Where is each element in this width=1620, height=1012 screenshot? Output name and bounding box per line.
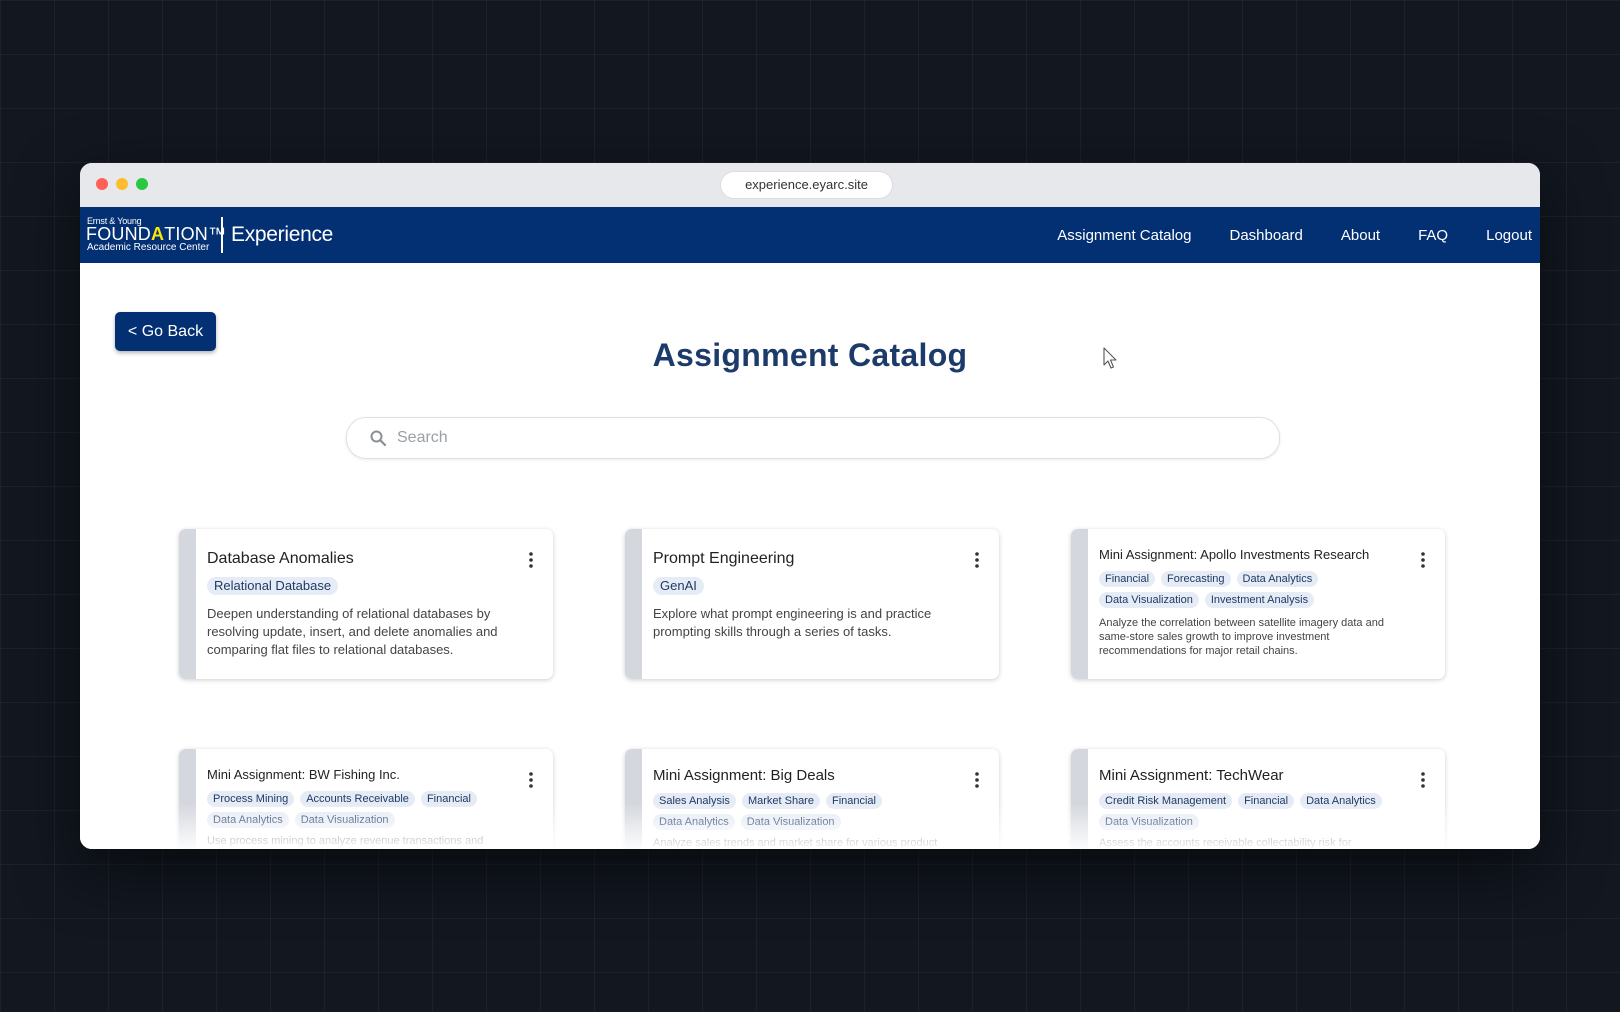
assignment-card[interactable]: Mini Assignment: Apollo Investments Rese…: [1071, 529, 1445, 679]
card-tags: Sales Analysis Market Share Financial Da…: [653, 793, 963, 830]
card-accent-bar: [179, 529, 196, 679]
maximize-window-button[interactable]: [136, 178, 148, 190]
nav-dashboard[interactable]: Dashboard: [1230, 227, 1303, 244]
tag: Data Analytics: [1300, 793, 1382, 809]
tag: Sales Analysis: [653, 793, 736, 809]
tag: Financial: [825, 793, 882, 809]
search-icon: [370, 430, 387, 447]
card-description: Analyze the correlation between satellit…: [1099, 617, 1384, 657]
more-vertical-icon[interactable]: [523, 551, 539, 569]
browser-window: experience.eyarc.site Ernst & Young FOUN…: [80, 163, 1540, 849]
browser-titlebar: experience.eyarc.site: [80, 163, 1540, 207]
assignment-card[interactable]: Prompt Engineering GenAI Explore what pr…: [625, 529, 999, 679]
assignment-card[interactable]: Mini Assignment: TechWear Credit Risk Ma…: [1071, 749, 1445, 849]
tag: Data Analytics: [207, 812, 289, 828]
card-accent-bar: [1071, 749, 1088, 849]
ey-foundation-logo[interactable]: Ernst & Young FOUNDATION™ Academic Resou…: [85, 215, 333, 255]
card-description: Deepen understanding of relational datab…: [207, 606, 498, 657]
close-window-button[interactable]: [96, 178, 108, 190]
logo-divider: [221, 217, 223, 253]
top-navbar: Ernst & Young FOUNDATION™ Academic Resou…: [80, 207, 1540, 263]
tag: Relational Database: [207, 577, 339, 595]
tag: Accounts Receivable: [300, 791, 415, 807]
card-accent-bar: [179, 749, 196, 849]
card-title: Mini Assignment: TechWear: [1099, 767, 1284, 784]
more-vertical-icon[interactable]: [1415, 551, 1431, 569]
tag: Financial: [1238, 793, 1295, 809]
card-accent-bar: [625, 529, 642, 679]
tag: Forecasting: [1161, 571, 1231, 587]
card-tags: Financial Forecasting Data Analytics Dat…: [1099, 571, 1409, 608]
mouse-pointer-icon: [1103, 347, 1117, 369]
card-title: Mini Assignment: BW Fishing Inc.: [207, 767, 400, 782]
more-vertical-icon[interactable]: [969, 771, 985, 789]
tag: Market Share: [741, 793, 820, 809]
card-tags: Credit Risk Management Financial Data An…: [1099, 793, 1409, 830]
nav-assignment-catalog[interactable]: Assignment Catalog: [1057, 227, 1191, 244]
card-title: Mini Assignment: Big Deals: [653, 767, 835, 784]
main-content: < Go Back Assignment Catalog Database An…: [80, 263, 1540, 849]
tag: Data Visualization: [294, 812, 395, 828]
card-description: Assess the accounts receivable collectab…: [1099, 837, 1352, 849]
card-accent-bar: [1071, 529, 1088, 679]
card-tags: Relational Database: [207, 577, 517, 595]
more-vertical-icon[interactable]: [523, 771, 539, 789]
assignment-card[interactable]: Mini Assignment: BW Fishing Inc. Process…: [179, 749, 553, 849]
card-tags: GenAI: [653, 577, 963, 595]
tag: Process Mining: [207, 791, 295, 807]
tag: Data Analytics: [1236, 571, 1319, 587]
nav-logout[interactable]: Logout: [1486, 227, 1532, 244]
card-tags: Process Mining Accounts Receivable Finan…: [207, 791, 517, 828]
logo-foundation-text: FOUNDATION™: [86, 224, 227, 244]
card-title: Prompt Engineering: [653, 550, 795, 567]
card-accent-bar: [625, 749, 642, 849]
more-vertical-icon[interactable]: [969, 551, 985, 569]
card-description: Explore what prompt engineering is and p…: [653, 606, 932, 639]
page-title: Assignment Catalog: [652, 337, 968, 373]
tag: Data Visualization: [740, 814, 841, 830]
tag: Credit Risk Management: [1099, 793, 1233, 809]
nav-about[interactable]: About: [1341, 227, 1380, 244]
card-description: Analyze sales trends and market share fo…: [653, 837, 938, 849]
tag: Investment Analysis: [1204, 592, 1315, 608]
logo-subtitle: Academic Resource Center: [87, 242, 210, 253]
assignment-card[interactable]: Database Anomalies Relational Database D…: [179, 529, 553, 679]
nav-faq[interactable]: FAQ: [1418, 227, 1448, 244]
card-title: Mini Assignment: Apollo Investments Rese…: [1099, 547, 1370, 562]
card-description: Use process mining to analyze revenue tr…: [207, 835, 484, 847]
tag: Data Analytics: [653, 814, 735, 830]
tag: Financial: [1099, 571, 1156, 587]
address-bar[interactable]: experience.eyarc.site: [721, 172, 892, 198]
assignment-card[interactable]: Mini Assignment: Big Deals Sales Analysi…: [625, 749, 999, 849]
tag: GenAI: [653, 577, 704, 595]
tag: Data Visualization: [1099, 814, 1199, 830]
tag: Data Visualization: [1099, 592, 1199, 608]
card-title: Database Anomalies: [207, 550, 354, 567]
minimize-window-button[interactable]: [116, 178, 128, 190]
more-vertical-icon[interactable]: [1415, 771, 1431, 789]
logo-product-name: Experience: [231, 223, 334, 246]
tag: Financial: [420, 791, 477, 807]
search-input[interactable]: [397, 418, 1257, 458]
search-bar: [346, 417, 1280, 459]
nav-links: Assignment Catalog Dashboard About FAQ L…: [1019, 207, 1532, 263]
